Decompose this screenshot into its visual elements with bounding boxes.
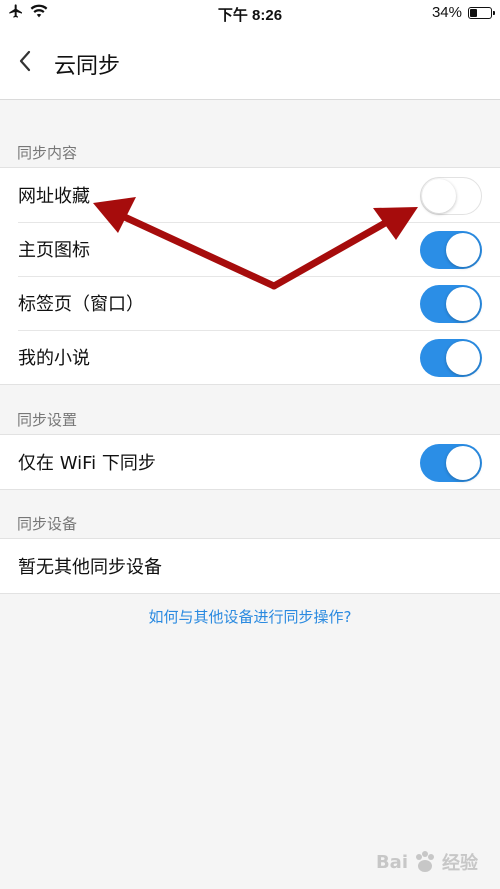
battery-icon <box>468 6 495 19</box>
toggle-knob <box>422 179 456 213</box>
page-title: 云同步 <box>54 54 121 79</box>
sync-item-label: 网址收藏 <box>18 186 90 207</box>
status-right: 34% <box>431 4 495 21</box>
back-chevron-icon <box>18 50 32 76</box>
tabs-toggle[interactable] <box>420 285 482 323</box>
sync-devices-group: 暂无其他同步设备 <box>0 538 500 594</box>
sync-settings-group: 仅在 WiFi 下同步 <box>0 434 500 490</box>
section-header-settings: 同步设置 <box>17 411 78 429</box>
watermark-suffix: 经验 <box>442 853 478 874</box>
back-button[interactable] <box>10 48 40 78</box>
status-bar: 下午 8:26 34% <box>0 0 500 26</box>
status-time: 下午 8:26 <box>217 7 283 24</box>
sync-item-tabs: 标签页（窗口） <box>0 276 500 330</box>
watermark-brand: Bai <box>375 851 408 873</box>
no-devices-row: 暂无其他同步设备 <box>0 539 500 593</box>
sync-item-label: 主页图标 <box>18 240 90 261</box>
toggle-knob <box>446 233 480 267</box>
toggle-knob <box>446 287 480 321</box>
battery-level <box>470 8 478 17</box>
sync-help-link[interactable]: 如何与其他设备进行同步操作? <box>0 606 500 627</box>
wifi-only-toggle[interactable] <box>420 444 482 482</box>
novels-toggle[interactable] <box>420 339 482 377</box>
sync-item-home-icons: 主页图标 <box>0 222 500 276</box>
sync-item-label: 仅在 WiFi 下同步 <box>18 453 156 474</box>
toggle-knob <box>446 446 480 480</box>
sync-item-novels: 我的小说 <box>0 330 500 384</box>
baidu-watermark: Bai 经验 <box>376 849 478 875</box>
sync-item-label: 我的小说 <box>18 348 90 369</box>
sync-content-group: 网址收藏 主页图标 标签页（窗口） 我的小说 <box>0 167 500 385</box>
sync-item-wifi-only: 仅在 WiFi 下同步 <box>0 435 500 489</box>
no-devices-label: 暂无其他同步设备 <box>18 557 162 578</box>
toggle-knob <box>446 341 480 375</box>
bookmarks-toggle[interactable] <box>420 177 482 215</box>
sync-item-bookmarks: 网址收藏 <box>0 168 500 222</box>
paw-icon <box>416 851 434 872</box>
nav-bar: 云同步 <box>0 26 500 100</box>
sync-item-label: 标签页（窗口） <box>18 294 144 315</box>
section-header-devices: 同步设备 <box>17 515 78 533</box>
battery-percent: 34% <box>431 4 462 21</box>
home-icons-toggle[interactable] <box>420 231 482 269</box>
section-header-content: 同步内容 <box>17 144 78 162</box>
